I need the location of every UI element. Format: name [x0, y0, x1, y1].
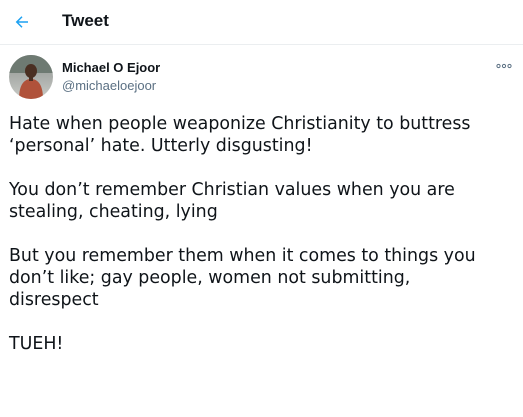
tweet-paragraph-1: Hate when people weaponize Christianity …	[9, 114, 471, 156]
author-handle[interactable]: @michaeloejoor	[62, 78, 156, 94]
page-title: Tweet	[62, 11, 109, 30]
tweet-paragraph-3: But you remember them when it comes to t…	[9, 246, 476, 310]
profile-photo	[9, 55, 53, 99]
back-button[interactable]	[8, 8, 36, 36]
tweet-paragraph-2: You don’t remember Christian values when…	[9, 180, 455, 222]
tweet-paragraph-4: TUEH!	[9, 334, 64, 354]
avatar[interactable]	[9, 55, 53, 99]
arrow-left-icon	[15, 16, 28, 28]
more-options-button[interactable]	[493, 58, 515, 74]
tweet-text: Hate when people weaponize Christianity …	[9, 113, 514, 377]
author-name[interactable]: Michael O Ejoor	[62, 60, 160, 76]
top-bar: Tweet	[0, 0, 523, 45]
more-dots-icon	[496, 63, 512, 69]
